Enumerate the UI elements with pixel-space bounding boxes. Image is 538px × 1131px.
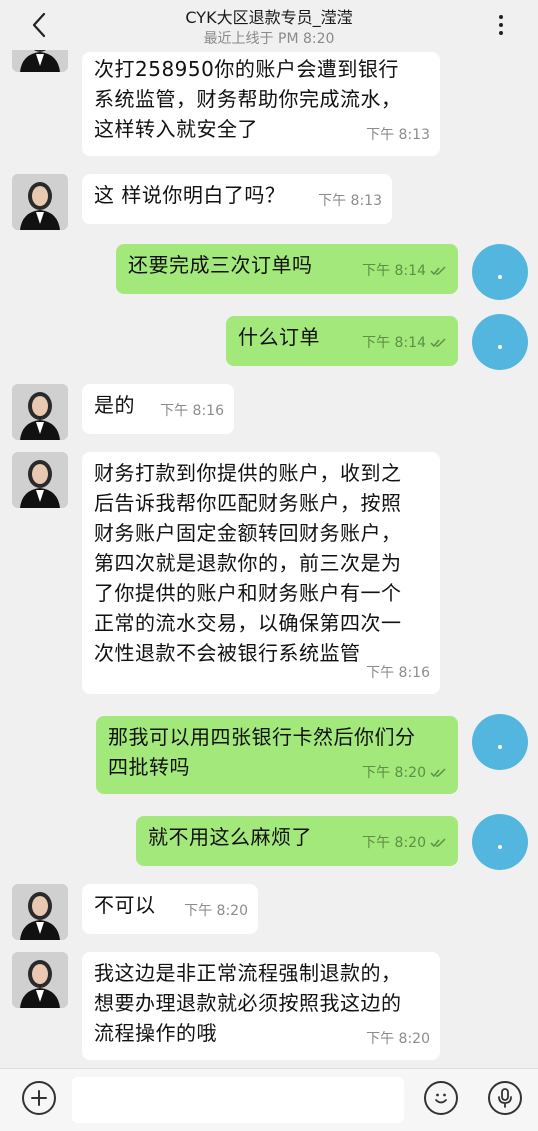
- contact-avatar[interactable]: [12, 384, 68, 440]
- voice-button[interactable]: [488, 1081, 522, 1115]
- emoji-button[interactable]: [424, 1081, 458, 1115]
- message-time: 下午 8:13: [366, 127, 430, 143]
- contact-avatar[interactable]: [12, 174, 68, 230]
- message-bubble-outgoing[interactable]: 什么订单 下午 8:14: [226, 316, 458, 366]
- my-avatar[interactable]: [472, 814, 528, 870]
- message-bubble-outgoing[interactable]: 那我可以用四张银行卡然后你们分 四批转吗 下午 8:20: [96, 716, 458, 794]
- avatar-image: [12, 884, 68, 940]
- avatar-image: [12, 384, 68, 440]
- message-bubble-incoming[interactable]: 我这边是非正常流程强制退款的， 想要办理退款就必须按照我这边的 流程操作的哦 下…: [82, 952, 440, 1060]
- double-check-icon: [430, 338, 446, 348]
- message-time: 下午 8:20: [366, 1031, 430, 1047]
- message-time: 下午 8:14: [362, 328, 448, 358]
- message-time: 下午 8:20: [362, 758, 448, 788]
- contact-avatar[interactable]: [12, 884, 68, 940]
- chat-header: CYK大区退款专员_滢滢 最近上线于 PM 8:20: [0, 0, 538, 50]
- message-bubble-incoming[interactable]: 财务打款到你提供的账户，收到之 后告诉我帮你匹配财务账户，按照 财务账户固定金额…: [82, 452, 440, 694]
- my-avatar[interactable]: [472, 714, 528, 770]
- message-bubble-outgoing[interactable]: 还要完成三次订单吗 下午 8:14: [116, 244, 458, 294]
- contact-avatar[interactable]: [12, 452, 68, 508]
- message-text: 财务打款到你提供的账户，收到之 后告诉我帮你匹配财务账户，按照 财务账户固定金额…: [94, 461, 402, 665]
- avatar-image: [12, 452, 68, 508]
- chat-area[interactable]: 次打258950你的账户会遭到银行 系统监管，财务帮助你完成流水， 这样转入就安…: [0, 0, 538, 1068]
- plus-button[interactable]: [22, 1081, 56, 1115]
- microphone-icon: [498, 1088, 512, 1108]
- message-bubble-incoming[interactable]: 不可以 下午 8:20: [82, 884, 258, 934]
- avatar-image: [12, 174, 68, 230]
- my-avatar[interactable]: [472, 244, 528, 300]
- message-bubble-outgoing[interactable]: 就不用这么麻烦了 下午 8:20: [136, 816, 458, 866]
- plus-icon: [31, 1090, 47, 1106]
- message-time: 下午 8:16: [366, 665, 430, 681]
- my-avatar[interactable]: [472, 314, 528, 370]
- message-bubble-incoming[interactable]: 次打258950你的账户会遭到银行 系统监管，财务帮助你完成流水， 这样转入就安…: [82, 52, 440, 156]
- message-input[interactable]: [72, 1077, 404, 1123]
- message-time: 下午 8:14: [362, 256, 448, 286]
- double-check-icon: [430, 768, 446, 778]
- input-bar: [0, 1068, 538, 1131]
- double-check-icon: [430, 838, 446, 848]
- more-button[interactable]: [486, 12, 516, 38]
- message-bubble-incoming[interactable]: 是的 下午 8:16: [82, 384, 234, 434]
- last-seen-status: 最近上线于 PM 8:20: [203, 31, 335, 47]
- message-time: 下午 8:20: [362, 828, 448, 858]
- contact-name[interactable]: CYK大区退款专员_滢滢: [0, 4, 538, 28]
- message-time: 下午 8:16: [160, 403, 224, 419]
- more-vertical-icon: [499, 15, 503, 19]
- avatar-image: [12, 952, 68, 1008]
- message-bubble-incoming[interactable]: 这 样说你明白了吗？ 下午 8:13: [82, 174, 392, 224]
- message-time: 下午 8:13: [318, 193, 382, 209]
- emoji-icon: [435, 1093, 447, 1104]
- double-check-icon: [430, 266, 446, 276]
- message-time: 下午 8:20: [184, 903, 248, 919]
- contact-avatar[interactable]: [12, 952, 68, 1008]
